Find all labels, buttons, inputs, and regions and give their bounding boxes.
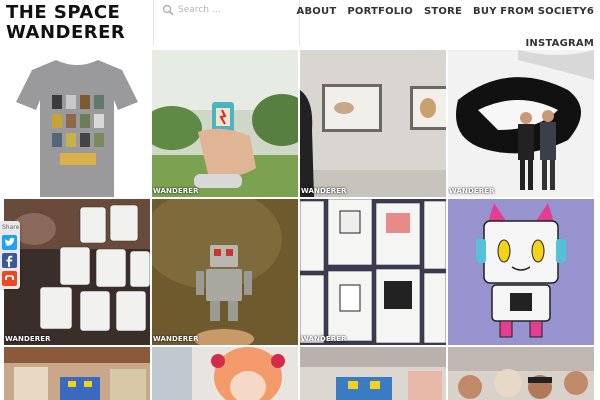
portfolio-tile-toy-display[interactable]	[300, 347, 446, 400]
tile-image-robot-cat	[448, 199, 594, 345]
nav-about[interactable]: ABOUT	[297, 6, 337, 17]
nav-buy-from-society6[interactable]: BUY FROM SOCIETY6	[473, 6, 594, 17]
nav-portfolio[interactable]: PORTFOLIO	[347, 6, 413, 17]
portfolio-tile-painted-cups[interactable]: WANDERER	[4, 199, 150, 345]
stumbleupon-icon	[5, 275, 14, 280]
share-label: Share	[2, 224, 20, 231]
twitter-icon	[4, 237, 15, 246]
facebook-icon	[6, 255, 13, 267]
tile-watermark: WANDERER	[301, 187, 347, 195]
nav-instagram[interactable]: INSTAGRAM	[526, 38, 594, 49]
site-header: THE SPACE WANDERER ABOUT PORTFOLIO STORE…	[0, 0, 600, 50]
tile-image-robot-drawings	[300, 199, 446, 345]
search-input[interactable]	[178, 2, 293, 18]
portfolio-tile-toy-shop[interactable]	[4, 347, 150, 400]
share-facebook-button[interactable]	[2, 253, 17, 268]
portfolio-tile-star-wars-tshirt[interactable]	[4, 50, 150, 197]
search-box	[153, 0, 300, 46]
site-title-line-1[interactable]: THE SPACE	[6, 3, 125, 23]
tile-image-gallery	[300, 50, 446, 197]
tile-watermark: WANDERER	[153, 335, 199, 343]
portfolio-tile-robot-cat[interactable]	[448, 199, 594, 345]
tile-image-metal-robot	[152, 199, 298, 345]
tile-image-cups	[4, 199, 150, 345]
site-title-line-2[interactable]: WANDERER	[6, 23, 125, 43]
tile-image-robot-hand	[152, 50, 298, 197]
tile-image-group-photo	[448, 347, 594, 400]
tile-watermark: WANDERER	[5, 335, 51, 343]
tile-image-toy-shop	[4, 347, 150, 400]
search-icon[interactable]	[162, 4, 174, 16]
tile-image-toy-display	[300, 347, 446, 400]
portfolio-tile-robot-in-hand[interactable]: WANDERER	[152, 50, 298, 197]
tile-watermark: WANDERER	[449, 187, 495, 195]
tile-image-tshirt	[4, 50, 150, 197]
share-twitter-button[interactable]	[2, 235, 17, 250]
tile-image-cosplay	[152, 347, 298, 400]
portfolio-tile-robot-drawings[interactable]: WANDERER	[300, 199, 446, 345]
portfolio-tile-cosplay[interactable]	[152, 347, 298, 400]
portfolio-tile-group-photo[interactable]	[448, 347, 594, 400]
tile-watermark: WANDERER	[153, 187, 199, 195]
main-nav: ABOUT PORTFOLIO STORE BUY FROM SOCIETY6	[297, 6, 594, 17]
share-stumbleupon-button[interactable]	[2, 271, 17, 286]
share-bar: Share	[0, 221, 20, 289]
tile-watermark: WANDERER	[301, 335, 347, 343]
site-title[interactable]: THE SPACE WANDERER	[6, 3, 125, 43]
nav-store[interactable]: STORE	[424, 6, 462, 17]
portfolio-tile-mural-portrait[interactable]: WANDERER	[448, 50, 594, 197]
tile-image-mural	[448, 50, 594, 197]
portfolio-tile-metal-robot[interactable]: WANDERER	[152, 199, 298, 345]
main-nav-row-2: INSTAGRAM	[526, 31, 594, 50]
portfolio-tile-gallery-wall[interactable]: WANDERER	[300, 50, 446, 197]
